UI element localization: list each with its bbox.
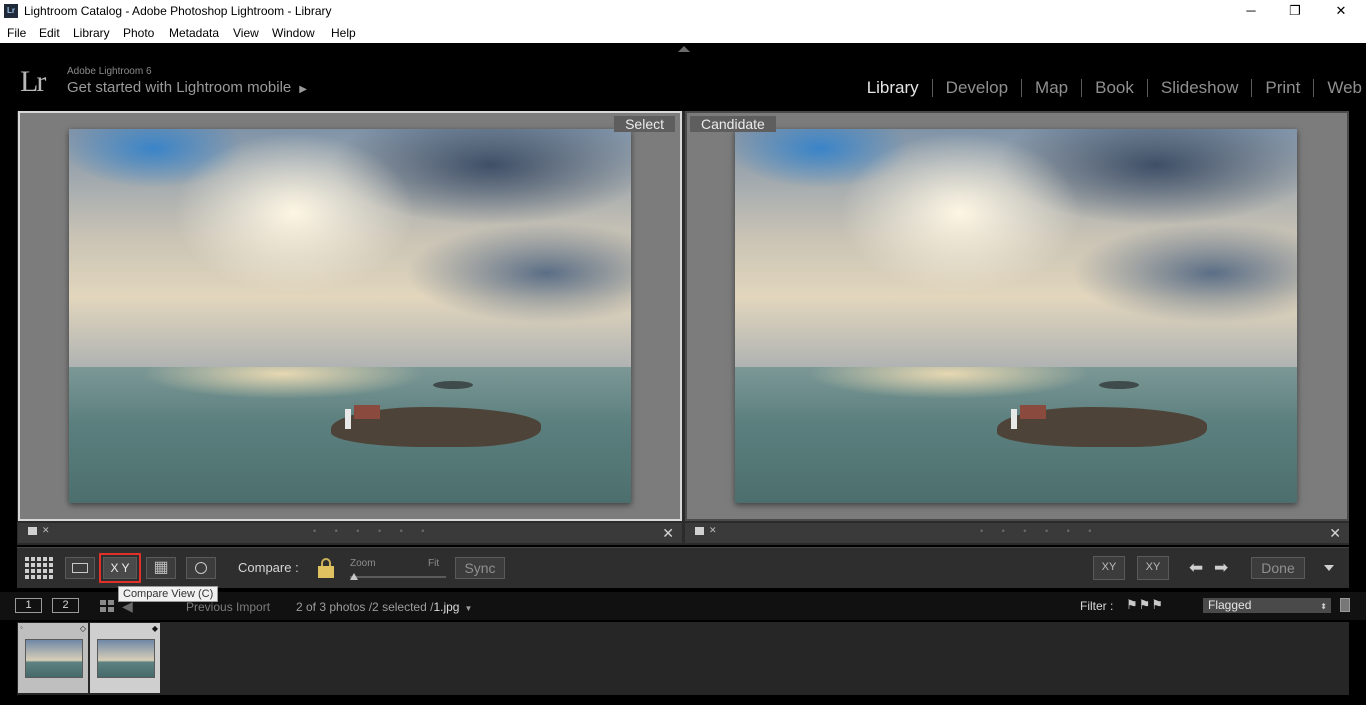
candidate-pane-footer: ✕ • • • • • • ✕ [685,523,1349,543]
loupe-icon [72,563,88,573]
module-develop[interactable]: Develop [931,79,1021,97]
close-window-button[interactable]: ✕ [1318,0,1364,23]
compare-label: Compare : [238,560,299,575]
make-select-button[interactable]: XY [1137,556,1169,580]
mobile-prompt-label: Get started with Lightroom mobile [67,79,292,96]
survey-view-button[interactable]: ▦ [146,557,176,579]
fit-label: Fit [428,558,440,569]
maximize-button[interactable]: ❐ [1272,0,1318,23]
module-library[interactable]: Library [854,79,932,97]
previous-photo-icon[interactable]: ⬅ [1189,558,1203,578]
mobile-prompt[interactable]: Get started with Lightroom mobile ▶ [67,79,307,96]
grid-view-icon[interactable] [25,557,55,579]
menu-view[interactable]: View [233,26,259,40]
menu-bar: File Edit Library Photo Metadata View Wi… [0,23,1366,43]
chevron-down-icon: ▼ [464,604,473,613]
selection-info[interactable]: 2 of 3 photos /2 selected /1.jpg ▼ [296,600,472,614]
lightroom-app-icon: Lr [4,4,18,18]
select-label: Select [614,116,675,132]
filmstrip-thumbnail[interactable]: ◦ ◇ [18,623,88,693]
menu-library[interactable]: Library [73,26,110,40]
rating-dots[interactable]: • • • • • • [313,526,432,536]
play-arrow-icon: ▶ [299,84,307,95]
candidate-pane[interactable]: Candidate [685,111,1349,521]
minimize-button[interactable]: ─ [1228,0,1274,23]
library-toolbar: X Y ▦ Compare : Zoom Fit Sync XY XY ⬅ ➡ … [17,547,1349,588]
photo-sky [735,129,1297,369]
photo-house [1020,405,1046,419]
menu-help[interactable]: Help [331,26,356,40]
module-map[interactable]: Map [1021,79,1081,97]
select-pane-footer: ✕ • • • • • • ✕ [18,523,682,543]
menu-file[interactable]: File [7,26,26,40]
filter-flag-icons[interactable]: ⚑⚑⚑ [1126,597,1164,613]
sync-button[interactable]: Sync [455,557,505,579]
menu-photo[interactable]: Photo [123,26,154,40]
reject-icon[interactable]: ✕ [709,525,717,536]
filmstrip: ◦ ◇ ◆ [17,622,1349,695]
photo-lighthouse [345,409,351,429]
loupe-view-button[interactable] [65,557,95,579]
lightroom-logo: Lr [20,65,46,98]
select-pane[interactable]: Select [18,111,682,521]
grid-icon[interactable] [100,600,114,612]
zoom-slider-thumb[interactable] [350,573,358,580]
module-bar: Lr Adobe Lightroom 6 Get started with Li… [0,43,1366,110]
menu-edit[interactable]: Edit [39,26,60,40]
people-view-button[interactable] [186,557,216,579]
photo-far-island [433,381,473,389]
primary-display-button[interactable]: 1 [15,598,42,613]
candidate-label: Candidate [690,116,776,132]
filmstrip-thumbnail[interactable]: ◆ [90,623,160,693]
reject-icon[interactable]: ✕ [42,525,50,536]
menu-metadata[interactable]: Metadata [169,26,219,40]
secondary-display-button[interactable]: 2 [52,598,79,613]
filter-select-value: Flagged [1208,598,1252,612]
photo-lighthouse [1011,409,1017,429]
filename: 1.jpg [433,600,460,614]
top-panel-toggle-icon[interactable] [678,46,690,52]
toolbar-menu-chevron-down-icon[interactable] [1324,565,1334,571]
photo-count: 2 of 3 photos /2 selected / [296,600,434,614]
source-label[interactable]: Previous Import [186,600,270,614]
photo-far-island [1099,381,1139,389]
module-slideshow[interactable]: Slideshow [1146,79,1252,97]
filter-toggle-switch[interactable] [1340,598,1350,612]
done-button[interactable]: Done [1251,557,1305,579]
select-photo[interactable] [69,129,631,503]
window-title: Lightroom Catalog - Adobe Photoshop Ligh… [24,4,332,18]
flag-icon[interactable] [28,527,37,535]
thumbnail-image [97,639,155,678]
photo-sky [69,129,631,369]
compare-view-tooltip: Compare View (C) [118,586,219,602]
close-pane-icon[interactable]: ✕ [662,525,674,542]
flag-icon[interactable] [695,527,704,535]
rating-dots[interactable]: • • • • • • [980,526,1099,536]
photo-house [354,405,380,419]
swap-button[interactable]: XY [1093,556,1125,580]
module-web[interactable]: Web [1313,79,1362,97]
zoom-label: Zoom [350,558,376,569]
next-photo-icon[interactable]: ➡ [1214,558,1228,578]
candidate-photo[interactable] [735,129,1297,503]
thumbnail-corner-icon: ◦ [20,623,23,632]
module-print[interactable]: Print [1251,79,1313,97]
zoom-slider[interactable] [350,576,446,578]
compare-view-area: Select Candidate ✕ • • • • • • ✕ ✕ • • •… [17,111,1349,545]
flag-badge-icon: ◇ [79,624,86,633]
thumbnail-image [25,639,83,678]
window-title-bar: Lr Lightroom Catalog - Adobe Photoshop L… [0,0,1366,23]
product-name: Adobe Lightroom 6 [67,66,152,77]
lock-icon[interactable] [318,558,334,578]
compare-view-button[interactable]: X Y [99,553,141,583]
menu-window[interactable]: Window [272,26,315,40]
filter-label: Filter : [1080,599,1114,613]
close-pane-icon[interactable]: ✕ [1329,525,1341,542]
filter-select[interactable]: Flagged ⬍ [1203,598,1331,613]
module-picker: Library Develop Map Book Slideshow Print Web [854,78,1362,100]
module-book[interactable]: Book [1081,79,1147,97]
flag-badge-icon: ◆ [151,624,158,633]
select-arrows-icon: ⬍ [1320,602,1327,611]
face-icon [195,562,207,574]
